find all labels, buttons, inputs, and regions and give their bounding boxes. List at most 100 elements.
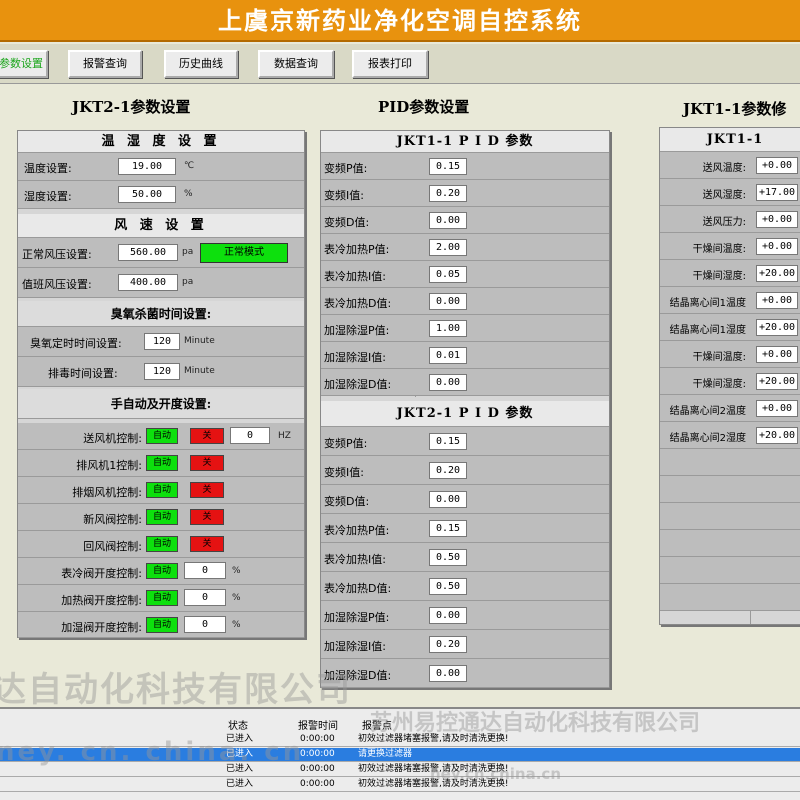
pid-param-row-value-input[interactable]: 0.00	[429, 491, 467, 508]
exhaust-timer-input[interactable]: 120	[144, 363, 180, 380]
jkt11-param-row-value-input[interactable]: +20.00	[756, 427, 798, 444]
pid-param-row-value-input[interactable]: 0.00	[429, 293, 467, 310]
ozone-timer-unit: Minute	[184, 336, 215, 346]
jkt11-param-row-value-input[interactable]: +0.00	[756, 157, 798, 174]
jkt11-param-row: 送风温度: +0.00	[660, 152, 800, 179]
temp-setting-input[interactable]: 19.00	[118, 158, 176, 175]
off-button[interactable]: 关	[190, 536, 224, 552]
off-button[interactable]: 关	[190, 428, 224, 444]
normal-pressure-row: 正常风压设置: 560.00 pa 正常模式	[18, 238, 304, 268]
normal-mode-button[interactable]: 正常模式	[200, 243, 288, 263]
jkt11-param-row: 结晶离心间1温度 +0.00	[660, 287, 800, 314]
nav-data-query-button[interactable]: 数据查询	[258, 50, 334, 78]
control-row-humidifier-valve: 加湿阀开度控制: 自动 0 %	[18, 612, 304, 638]
jkt11-param-row-value-input[interactable]: +20.00	[756, 319, 798, 336]
log-row-selected[interactable]: 已进入 0:00:00 请更换过滤器	[0, 748, 800, 762]
pid-param-row-value-input[interactable]: 0.20	[429, 636, 467, 653]
pid-param-row-value-input[interactable]: 0.20	[429, 462, 467, 479]
log-status: 已进入	[226, 779, 254, 789]
pid-param-row-value-input[interactable]: 0.15	[429, 433, 467, 450]
auto-button[interactable]: 自动	[146, 536, 178, 552]
jkt11-param-row-value-input[interactable]: +0.00	[756, 211, 798, 228]
nav-report-print-button[interactable]: 报表打印	[352, 50, 428, 78]
jkt11-empty-row	[660, 503, 800, 530]
normal-pressure-input[interactable]: 560.00	[118, 244, 178, 261]
supply-fan-freq-input[interactable]: 0	[230, 427, 270, 444]
auto-button[interactable]: 自动	[146, 590, 178, 606]
pid-param-row-label: 表冷加热D值:	[324, 297, 392, 310]
log-row[interactable]: 已进入 0:00:00 初效过滤器堵塞报警,请及时清洗更换!	[0, 778, 800, 792]
control-row-exhaust-fan1: 排风机1控制: 自动 关	[18, 450, 304, 477]
jkt11-param-row-value-input[interactable]: +20.00	[756, 265, 798, 282]
jkt11-param-row: 干燥间温度: +0.00	[660, 341, 800, 368]
pid-param-row: 变频D值: 0.00	[321, 207, 609, 234]
percent-unit: %	[232, 566, 241, 576]
auto-button[interactable]: 自动	[146, 509, 178, 525]
jkt11-param-row-value-input[interactable]: +20.00	[756, 373, 798, 390]
temp-setting-row: 温度设置: 19.00 ℃	[18, 153, 304, 181]
jkt11-param-row-value-input[interactable]: +17.00	[756, 184, 798, 201]
pid-param-row-label: 表冷加热I值:	[324, 270, 386, 283]
jkt11-panel: JKT1-1 送风温度: +0.00 送风湿度: +17.00 送风压力: +0.00 干燥…	[659, 127, 800, 625]
pid-param-row-value-input[interactable]: 0.00	[429, 607, 467, 624]
off-button[interactable]: 关	[190, 455, 224, 471]
duty-pressure-unit: pa	[182, 277, 194, 287]
log-header-point: 报警点	[362, 721, 392, 732]
pid-param-row-value-input[interactable]: 0.15	[429, 520, 467, 537]
pid-param-row-value-input[interactable]: 0.50	[429, 549, 467, 566]
auto-button[interactable]: 自动	[146, 563, 178, 579]
duty-pressure-input[interactable]: 400.00	[118, 274, 178, 291]
jkt11-param-row-value-input[interactable]: +0.00	[756, 238, 798, 255]
nav-alarm-query-button[interactable]: 报警查询	[68, 50, 142, 78]
watermark-company-partial: 达自动化科技有限公司	[0, 670, 352, 710]
auto-button[interactable]: 自动	[146, 482, 178, 498]
log-point: 初效过滤器堵塞报警,请及时清洗更换!	[358, 779, 509, 789]
nav-param-settings-button[interactable]: 参数设置	[0, 50, 48, 78]
jkt11-param-row-label: 结晶离心间1湿度	[669, 325, 746, 336]
pid-param-row-value-input[interactable]: 0.00	[429, 374, 467, 391]
off-button[interactable]: 关	[190, 509, 224, 525]
pid-param-row-value-input[interactable]: 2.00	[429, 239, 467, 256]
control-label: 排风机1控制:	[76, 459, 142, 472]
cooling-valve-opening-input[interactable]: 0	[184, 562, 226, 579]
jkt11-param-row-value-input[interactable]: +0.00	[756, 346, 798, 363]
pid-param-row-value-input[interactable]: 0.01	[429, 347, 467, 364]
log-row[interactable]: 已进入 0:00:00 初效过滤器堵塞报警,请及时清洗更换!	[0, 763, 800, 777]
jkt11-param-row: 干燥间温度: +0.00	[660, 233, 800, 260]
nav-history-curve-button[interactable]: 历史曲线	[164, 50, 238, 78]
control-label: 排烟风机控制:	[72, 486, 142, 499]
jkt11-param-row-value-input[interactable]: +0.00	[756, 400, 798, 417]
jkt11-param-row-label: 干燥间湿度:	[692, 379, 746, 390]
ozone-timer-input[interactable]: 120	[144, 333, 180, 350]
control-label: 加热阀开度控制:	[61, 594, 142, 607]
pid-param-row-label: 表冷加热I值:	[324, 553, 386, 566]
auto-button[interactable]: 自动	[146, 428, 178, 444]
pid-param-row-value-input[interactable]: 0.00	[429, 665, 467, 682]
jkt11-param-row: 结晶离心间2湿度 +20.00	[660, 422, 800, 449]
pid-param-row-value-input[interactable]: 1.00	[429, 320, 467, 337]
off-button[interactable]: 关	[190, 482, 224, 498]
heating-valve-opening-input[interactable]: 0	[184, 589, 226, 606]
humidity-setting-input[interactable]: 50.00	[118, 186, 176, 203]
jkt11-param-row-label: 送风湿度:	[702, 190, 746, 201]
pid-param-row: 变频I值: 0.20	[321, 456, 609, 485]
jkt11-param-row: 干燥间湿度: +20.00	[660, 260, 800, 287]
auto-button[interactable]: 自动	[146, 617, 178, 633]
pid-param-row-value-input[interactable]: 0.15	[429, 158, 467, 175]
jkt11-param-row: 结晶离心间1湿度 +20.00	[660, 314, 800, 341]
pid-param-row-label: 加湿除湿D值:	[324, 669, 392, 682]
pid-param-row-value-input[interactable]: 0.20	[429, 185, 467, 202]
control-label: 加湿阀开度控制:	[61, 621, 142, 634]
jkt11-param-row-label: 干燥间湿度:	[692, 271, 746, 282]
pid-param-row-label: 加湿除湿P值:	[324, 611, 390, 624]
pid-param-row-value-input[interactable]: 0.00	[429, 212, 467, 229]
temp-unit: ℃	[184, 161, 195, 171]
app-title: 上虞京新药业净化空调自控系统	[0, 0, 800, 42]
pid-param-row-value-input[interactable]: 0.50	[429, 578, 467, 595]
log-row[interactable]: 已进入 0:00:00 初效过滤器堵塞报警,请及时清洗更换!	[0, 733, 800, 747]
jkt11-param-row-value-input[interactable]: +0.00	[756, 292, 798, 309]
humidifier-valve-opening-input[interactable]: 0	[184, 616, 226, 633]
auto-button[interactable]: 自动	[146, 455, 178, 471]
pid-param-row-value-input[interactable]: 0.05	[429, 266, 467, 283]
log-time: 0:00:00	[300, 749, 335, 759]
